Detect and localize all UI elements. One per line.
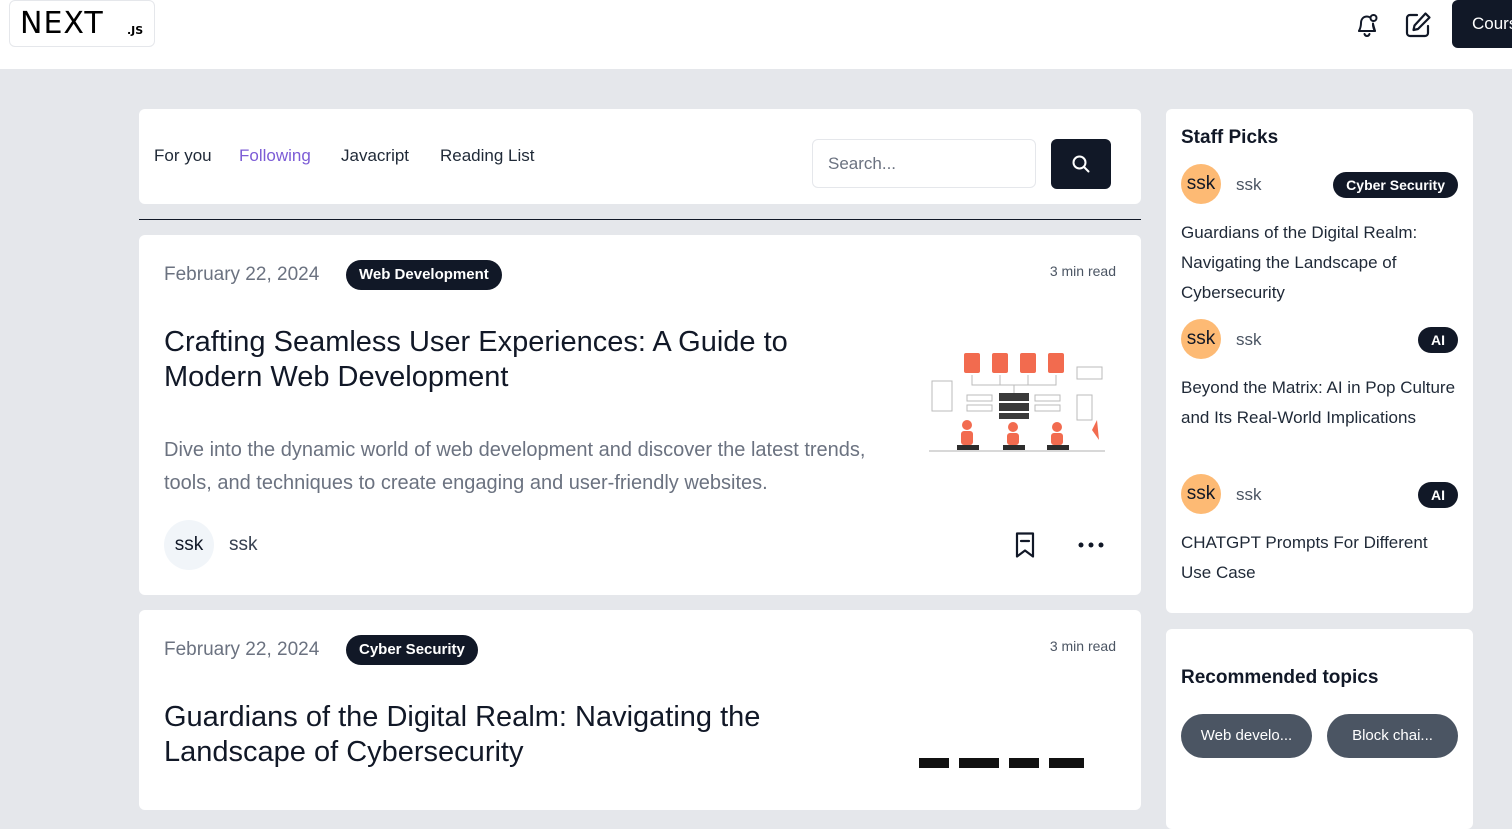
post-read-time: 3 min read [1049, 263, 1116, 279]
topic-chip[interactable]: Web develo... [1181, 714, 1312, 758]
pick-avatar[interactable]: ssk [1181, 319, 1221, 359]
nextjs-logo[interactable]: NEXT .JS [9, 0, 155, 47]
web-development-illustration [929, 353, 1105, 452]
pick-title[interactable]: CHATGPT Prompts For Different Use Case [1181, 528, 1461, 588]
pick-title[interactable]: Guardians of the Digital Realm: Navigati… [1181, 218, 1461, 308]
bookmark-icon[interactable] [1011, 530, 1041, 560]
pick-title[interactable]: Beyond the Matrix: AI in Pop Culture and… [1181, 373, 1461, 433]
author-avatar[interactable]: ssk [164, 520, 214, 570]
pick-author[interactable]: ssk [1236, 175, 1262, 195]
post-title[interactable]: Guardians of the Digital Realm: Navigati… [164, 700, 884, 770]
topic-chip[interactable]: Block chai... [1327, 714, 1458, 758]
post-date: February 22, 2024 [164, 264, 320, 285]
logo-wordmark: NEXT [20, 6, 104, 41]
top-navbar: NEXT .JS Courses [0, 0, 1512, 69]
post-tag-badge[interactable]: Cyber Security [346, 635, 478, 665]
more-options-icon[interactable] [1076, 530, 1106, 560]
post-excerpt: Dive into the dynamic world of web devel… [164, 439, 866, 494]
courses-button[interactable]: Courses [1452, 0, 1512, 48]
staff-picks-heading: Staff Picks [1181, 127, 1279, 148]
search-button[interactable] [1051, 139, 1111, 189]
cybersecurity-illustration [919, 758, 1084, 768]
pick-author[interactable]: ssk [1236, 485, 1262, 505]
notification-bell-icon[interactable] [1352, 10, 1382, 40]
search-icon [1072, 155, 1090, 173]
pick-author[interactable]: ssk [1236, 330, 1262, 350]
post-card[interactable]: February 22, 2024 Web Development 3 min … [139, 235, 1141, 595]
recommended-topics-card: Recommended topics Web develo... Block c… [1166, 629, 1473, 829]
logo-suffix: .JS [127, 24, 144, 37]
tab-javascript[interactable]: Javacript [341, 146, 409, 166]
post-read-time: 3 min read [1049, 638, 1116, 654]
pick-tag-badge[interactable]: AI [1418, 327, 1458, 353]
post-date: February 22, 2024 [164, 639, 320, 660]
post-tag-badge[interactable]: Web Development [346, 260, 502, 290]
tab-following[interactable]: Following [239, 146, 311, 166]
post-card[interactable]: February 22, 2024 Cyber Security 3 min r… [139, 610, 1141, 810]
pick-avatar[interactable]: ssk [1181, 164, 1221, 204]
tab-reading-list[interactable]: Reading List [440, 146, 535, 166]
write-post-icon[interactable] [1403, 10, 1433, 40]
staff-picks-card: Staff Picks ssk ssk Cyber Security Guard… [1166, 109, 1473, 613]
author-name[interactable]: ssk [229, 534, 258, 556]
tab-for-you[interactable]: For you [154, 146, 212, 166]
post-title[interactable]: Crafting Seamless User Experiences: A Gu… [164, 325, 884, 395]
recommended-topics-heading: Recommended topics [1181, 667, 1379, 688]
pick-avatar[interactable]: ssk [1181, 474, 1221, 514]
search-input[interactable] [812, 139, 1036, 188]
feed-divider [139, 219, 1141, 220]
pick-tag-badge[interactable]: Cyber Security [1333, 172, 1458, 198]
pick-tag-badge[interactable]: AI [1418, 482, 1458, 508]
feed-nav-card: For you Following Javacript Reading List [139, 109, 1141, 204]
